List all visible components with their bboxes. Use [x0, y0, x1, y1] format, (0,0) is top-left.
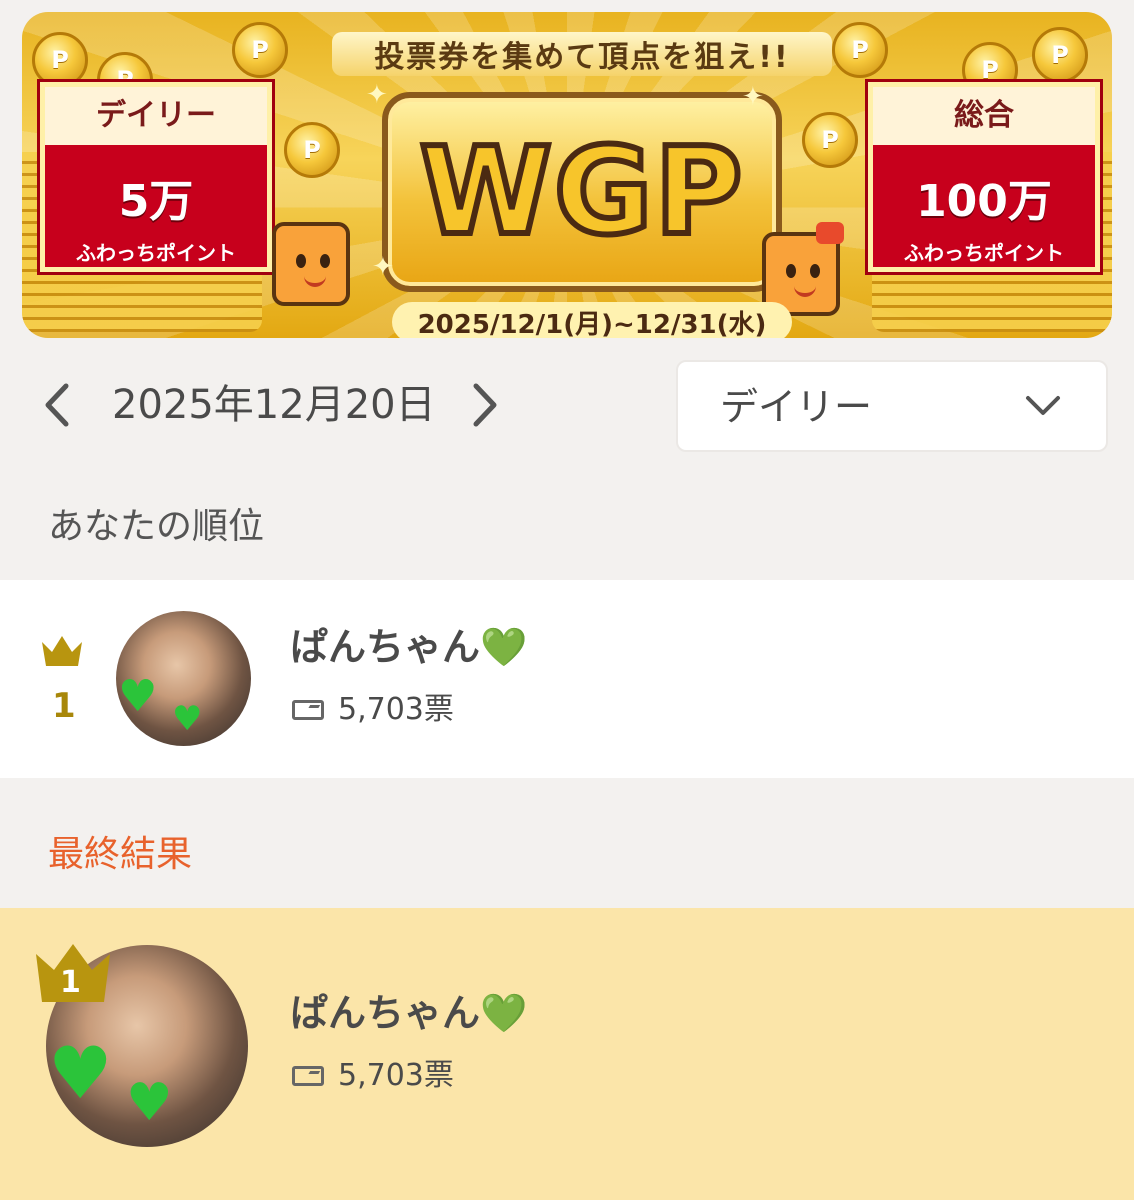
crown-icon [42, 636, 82, 666]
green-heart-icon: ♥ [172, 699, 203, 739]
ticket-icon [292, 1066, 324, 1086]
vote-count-text: 5,703票 [338, 692, 454, 727]
ticket-icon [292, 700, 324, 720]
green-heart-icon: ♥ [126, 1073, 173, 1133]
vote-count: 5,703票 [292, 690, 454, 730]
chevron-down-icon [1026, 396, 1060, 415]
banner-tagline: 投票券を集めて頂点を狙え!! [332, 32, 832, 76]
coin-icon: P [832, 22, 888, 78]
mascot-left-icon [272, 222, 350, 306]
wgp-event-banner[interactable]: P P P P P P P P 投票券を集めて頂点を狙え!! デイリー 5万 ふ… [22, 12, 1112, 338]
sparkle-icon: ✦ [372, 252, 394, 282]
overall-prize-title: 総合 [873, 87, 1095, 145]
current-date: 2025年12月20日 [112, 382, 436, 428]
green-heart-icon: ♥ [48, 1031, 113, 1115]
coin-icon: P [284, 122, 340, 178]
event-date-range: 2025/12/1(月)~12/31(水) [392, 302, 792, 338]
user-name[interactable]: ぱんちゃん💚 [290, 622, 527, 672]
chevron-right-icon [473, 383, 497, 427]
final-result-heading: 最終結果 [48, 834, 193, 875]
period-select[interactable]: デイリー [676, 360, 1108, 452]
sparkle-icon: ✦ [366, 80, 388, 110]
daily-prize-title: デイリー [45, 87, 267, 145]
wgp-logo-text: WGP [417, 120, 746, 265]
wgp-logo-frame: WGP [382, 92, 782, 292]
avatar[interactable]: ♥ ♥ [116, 611, 251, 746]
coin-icon: P [232, 22, 288, 78]
daily-prize-panel: デイリー 5万 ふわっちポイント [40, 82, 272, 272]
coin-icon: P [32, 32, 88, 88]
coin-icon: P [802, 112, 858, 168]
sparkle-icon: ✦ [742, 82, 764, 112]
next-day-button[interactable] [462, 380, 508, 430]
overall-prize-amount: 100万 [916, 176, 1052, 227]
overall-prize-panel: 総合 100万 ふわっちポイント [868, 82, 1100, 272]
coin-icon: P [1032, 27, 1088, 83]
overall-prize-unit: ふわっちポイント [904, 241, 1064, 265]
daily-prize-amount: 5万 [118, 176, 194, 227]
your-rank-heading: あなたの順位 [48, 506, 265, 547]
chevron-left-icon [45, 383, 69, 427]
your-rank-number: 1 [52, 686, 76, 726]
vote-count-text: 5,703票 [338, 1058, 454, 1093]
period-select-value: デイリー [720, 385, 873, 429]
daily-prize-unit: ふわっちポイント [76, 241, 236, 265]
final-rank-number: 1 [60, 965, 81, 1000]
previous-day-button[interactable] [34, 380, 80, 430]
green-heart-icon: ♥ [118, 671, 158, 722]
vote-count: 5,703票 [292, 1056, 454, 1096]
date-navigation: 2025年12月20日 [0, 350, 660, 460]
user-name[interactable]: ぱんちゃん💚 [290, 988, 527, 1038]
